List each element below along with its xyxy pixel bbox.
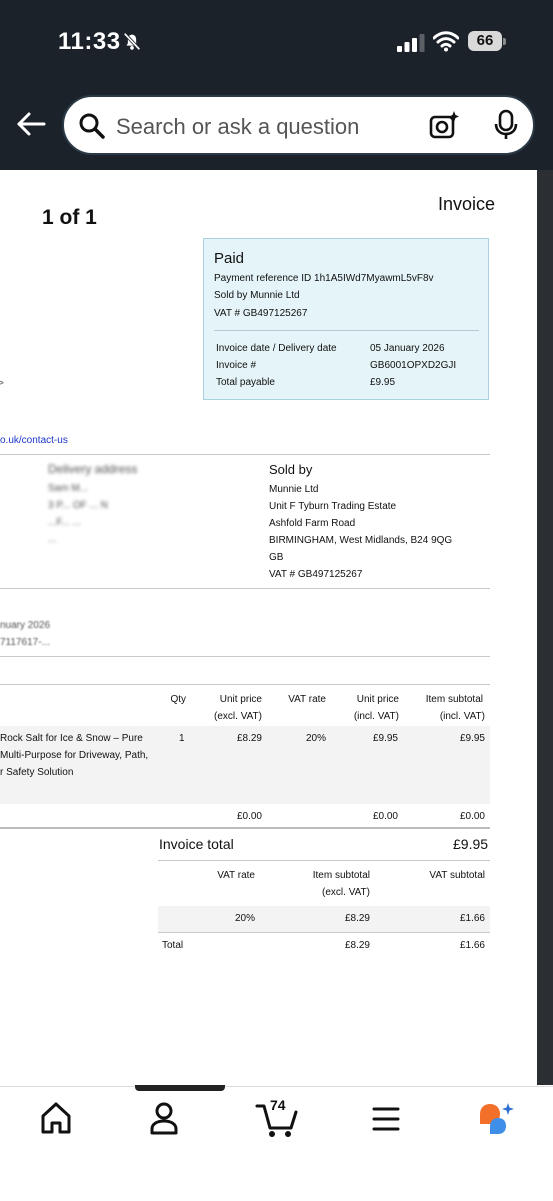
item-qty: 1: [179, 733, 185, 744]
total-payable-value: £9.95: [370, 377, 396, 388]
item-vat-rate: 20%: [305, 733, 326, 744]
vat-summary-vat: £1.66: [459, 913, 485, 924]
unit-price-excl-subheader: (excl. VAT): [214, 711, 262, 722]
delivery-line: ...F... ...: [48, 517, 81, 528]
camera-search-icon[interactable]: [428, 109, 460, 141]
delivery-line: ...: [48, 534, 57, 545]
seller-address-line: Ashfold Farm Road: [269, 518, 356, 529]
payment-status: Paid: [214, 250, 245, 267]
document-edge: [537, 170, 553, 1085]
payment-vat-number: VAT # GB497125267: [214, 308, 308, 319]
delivery-line: Sam M...: [48, 483, 89, 494]
invoice-total-value: £9.95: [453, 836, 489, 852]
invoice-title: Invoice: [438, 194, 496, 214]
search-bar[interactable]: Search or ask a question: [62, 95, 535, 155]
item-subtotal-subheader: (incl. VAT): [439, 711, 485, 722]
invoice-date-value: 05 January 2026: [370, 343, 445, 354]
top-bar: 11:33 66 Search or ask a question: [0, 0, 553, 170]
payment-sold-by: Sold by Munnie Ltd: [214, 290, 300, 301]
silent-bell-icon: [123, 32, 141, 51]
invoice-document: 1 of 1 Invoice Paid Payment reference ID…: [0, 170, 537, 1085]
vat-summary-subtotal-header: Item subtotal: [312, 870, 370, 881]
back-arrow-icon[interactable]: [15, 108, 47, 140]
item-subtotal-header: Item subtotal: [425, 694, 483, 705]
battery-icon: 66: [468, 31, 506, 53]
item-subtotal-incl: £9.95: [459, 733, 485, 744]
status-time: 11:33: [58, 28, 121, 55]
seller-address-line: Unit F Tyburn Trading Estate: [269, 501, 397, 512]
sold-by-heading: Sold by: [269, 462, 313, 477]
chevron-icon: >: [0, 378, 4, 389]
vat-summary-subtotal: £8.29: [344, 913, 370, 924]
invoice-date-label: Invoice date / Delivery date: [216, 343, 337, 354]
vat-total-subtotal: £8.29: [344, 940, 370, 951]
order-number: 7117617-...: [0, 637, 50, 648]
delivery-line: 3 P... OF ... N: [48, 500, 108, 511]
item-description: Rock Salt for Ice & Snow – Pure: [0, 733, 143, 744]
seller-country: GB: [269, 552, 284, 563]
vat-summary-subtotal-subheader: (excl. VAT): [322, 887, 370, 898]
cart-count-badge: 74: [270, 1097, 286, 1113]
payment-summary-box: Paid Payment reference ID 1h1A5IWd7Myawm…: [203, 238, 489, 400]
search-icon: [79, 113, 105, 139]
invoice-number-value: GB6001OPXD2GJI: [370, 360, 457, 371]
invoice-number-label: Invoice #: [216, 360, 257, 371]
menu-icon[interactable]: [372, 1106, 400, 1132]
wifi-icon: [433, 31, 459, 52]
qty-header: Qty: [170, 694, 186, 705]
unit-price-incl-subheader: (incl. VAT): [353, 711, 399, 722]
search-placeholder[interactable]: Search or ask a question: [116, 114, 359, 140]
seller-vat-number: VAT # GB497125267: [269, 569, 363, 580]
unit-price-incl-header: Unit price: [356, 694, 399, 705]
seller-address-line: BIRMINGHAM, West Midlands, B24 9QG: [269, 535, 453, 546]
invoice-total-label: Invoice total: [159, 836, 234, 852]
vat-total-label: Total: [162, 940, 184, 951]
cellular-signal-icon: [397, 34, 425, 52]
shipping-subtotal: £0.00: [459, 811, 485, 822]
shipping-price-incl: £0.00: [372, 811, 398, 822]
scroll-indicator: [135, 1085, 225, 1091]
vat-summary-vat-header: VAT subtotal: [429, 870, 485, 881]
unit-price-excl-header: Unit price: [219, 694, 262, 705]
seller-name: Munnie Ltd: [269, 484, 319, 495]
vat-rate-header: VAT rate: [288, 694, 326, 705]
item-unit-price-incl: £9.95: [372, 733, 398, 744]
shipping-price-excl: £0.00: [236, 811, 262, 822]
microphone-icon[interactable]: [492, 109, 520, 141]
item-description: r Safety Solution: [0, 767, 74, 778]
order-date: nuary 2026: [0, 620, 51, 631]
vat-total-vat: £1.66: [459, 940, 485, 951]
rufus-assistant-icon[interactable]: [476, 1100, 516, 1140]
delivery-address-heading: Delivery address: [48, 462, 138, 476]
item-description: Multi-Purpose for Driveway, Path,: [0, 750, 149, 761]
vat-summary-rate: 20%: [234, 913, 255, 924]
page-count: 1 of 1: [42, 206, 97, 229]
home-icon[interactable]: [40, 1100, 72, 1136]
contact-us-link[interactable]: o.uk/contact-us: [0, 435, 68, 446]
item-unit-price-excl: £8.29: [236, 733, 262, 744]
payment-reference: Payment reference ID 1h1A5IWd7MyawmL5vF8…: [214, 273, 434, 284]
account-icon[interactable]: [148, 1100, 180, 1136]
vat-summary-rate-header: VAT rate: [217, 870, 255, 881]
battery-level: 66: [468, 31, 502, 51]
total-payable-label: Total payable: [216, 377, 275, 388]
